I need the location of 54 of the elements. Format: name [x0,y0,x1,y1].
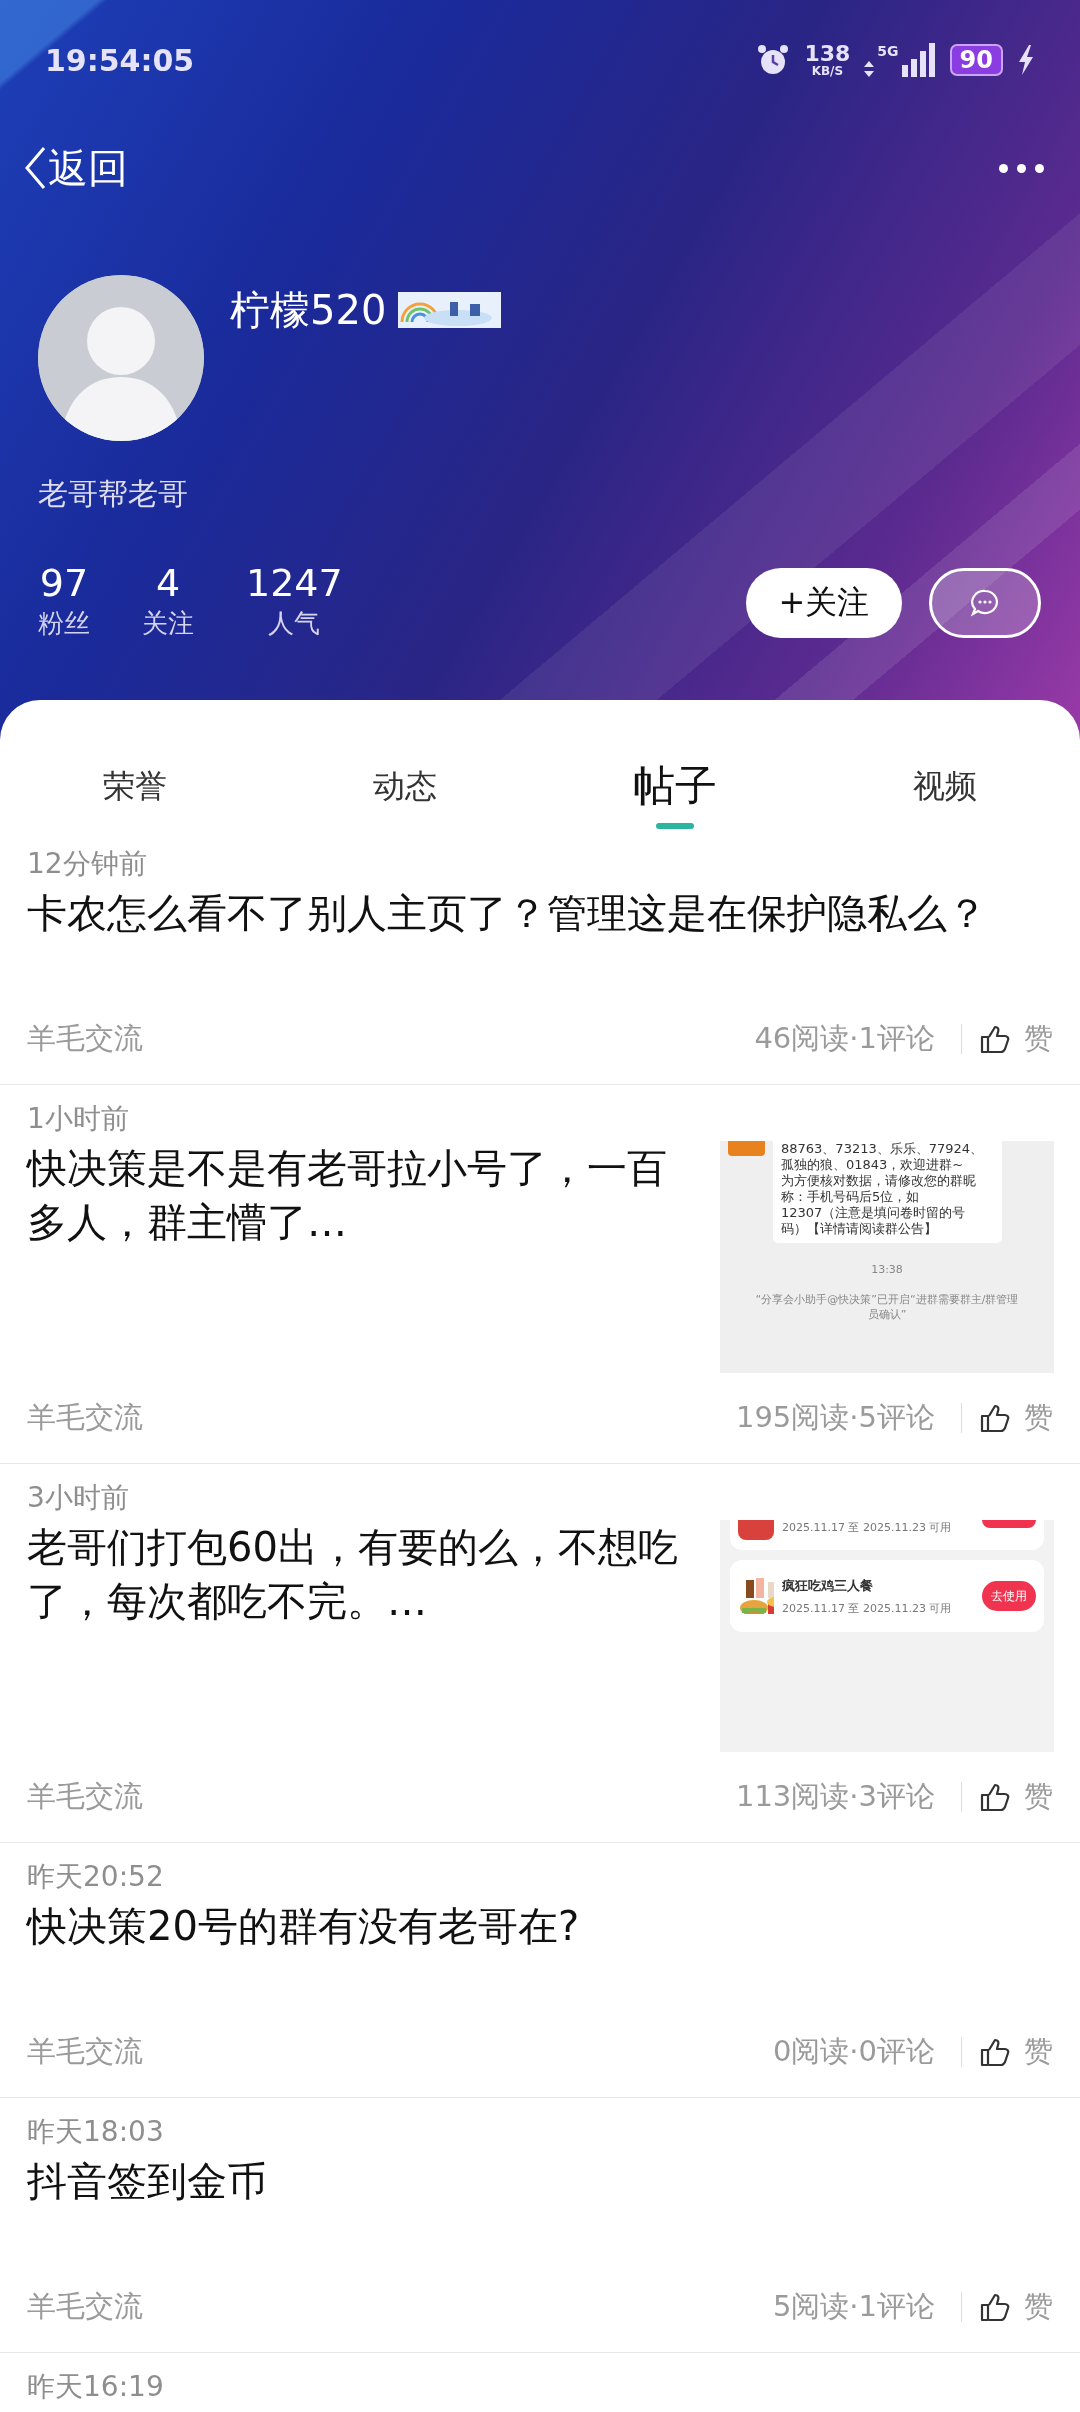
coupon-date: 2025.11.17 至 2025.11.23 可用 [782,1520,953,1535]
stat-label: 粉丝 [38,607,90,640]
thumbs-up-icon [980,1403,1010,1433]
charging-icon [1017,45,1035,75]
speed-unit: KB/S [811,65,844,77]
post-stats: 113阅读·3评论 [735,1778,935,1815]
post-time: 12分钟前 [27,846,148,882]
tab[interactable]: 动态 [270,700,540,830]
message-button[interactable] [929,568,1041,638]
stat-value: 1247 [246,561,343,605]
post-time: 3小时前 [27,1480,130,1516]
post-title[interactable]: 快决策是不是有老哥拉小号了，一百多人，群主懵了… [27,1141,690,1373]
post-title[interactable]: 卡农怎么看不了别人主页了？管理这是在保护隐私么？ [27,886,1053,994]
stat-value: 4 [155,561,181,605]
stat-value: 97 [39,561,89,605]
message-time: 13:38 [870,1263,904,1276]
back-button[interactable]: 返回 [24,140,128,196]
thumbs-up-icon [980,2037,1010,2067]
message-text: 88763、73213、乐乐、77924、 孤独的狼、01843，欢迎进群~ 为方便核对数据，请修改您的群昵 称：手机号码后5位，如 12307（注意是填问卷时留的号 码）【详情请阅读群公告】 [773,1141,1002,1243]
post-title[interactable]: 快决策20号的群有没有老哥在? [27,1899,1053,2007]
thumbs-up-icon [980,1782,1010,1812]
stat-label: 人气 [268,607,321,640]
post-title[interactable]: 抖音签到金币 [27,2154,1053,2262]
post-stats: 195阅读·5评论 [735,1399,935,1436]
battery-level: 90 [949,44,1003,76]
use-button[interactable]: 去使用 [982,1581,1036,1611]
data-arrows-icon [864,61,875,77]
status-time: 19:54:05 [45,42,195,78]
user-name: 柠檬520 [230,285,387,335]
post-time: 昨天20:52 [27,1859,165,1895]
post-stats: 0阅读·0评论 [772,2033,935,2070]
tab[interactable]: 视频 [810,700,1080,830]
thumbs-up-icon [980,1024,1010,1054]
post-title[interactable]: 老哥们打包60出，有要的么，不想吃了，每次都吃不完。… [27,1520,690,1752]
chevron-left-icon [24,146,46,190]
thumbs-up-icon [980,2292,1010,2322]
post-time: 1小时前 [27,1101,130,1137]
post-stats: 46阅读·1评论 [754,1020,935,1057]
follow-button[interactable]: +关注 [746,568,902,638]
coupon-date: 2025.11.17 至 2025.11.23 可用 [782,1600,953,1616]
chat-icon [970,588,1000,618]
tab[interactable]: 帖子 [540,700,810,830]
post-time: 昨天18:03 [27,2114,165,2150]
post-time: 昨天16:19 [27,2369,165,2405]
network-type: 5G [877,43,899,59]
alarm-icon [756,43,791,77]
signal-icon [901,43,936,77]
stat-label: 关注 [142,607,194,640]
system-notice: “分享会小助手@快决策”已开启“进群需要群主/群管理 员确认” [754,1292,1020,1322]
coupon-title: 疯狂吃鸡三人餐 [782,1576,874,1595]
user-bio: 老哥帮老哥 [38,475,189,513]
tab[interactable]: 荣誉 [0,700,270,830]
network-speed: 138 [804,43,851,65]
post-stats: 5阅读·1评论 [772,2288,935,2325]
